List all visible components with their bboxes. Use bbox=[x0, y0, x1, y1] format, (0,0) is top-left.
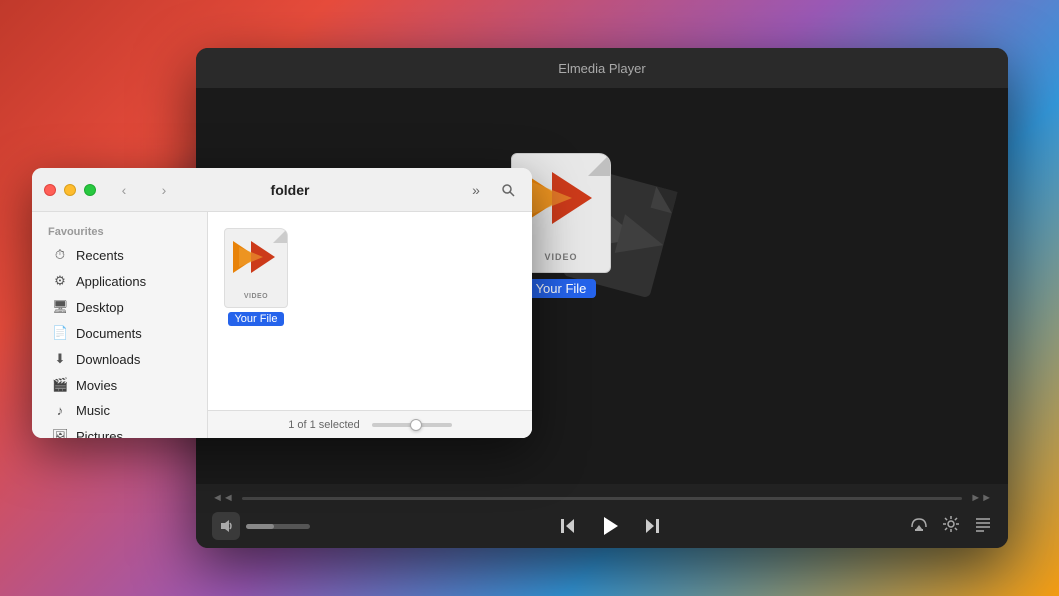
sidebar-item-label-pictures: Pictures bbox=[76, 429, 123, 439]
volume-fill bbox=[246, 524, 274, 529]
zoom-slider[interactable] bbox=[372, 423, 452, 427]
close-button[interactable] bbox=[44, 184, 56, 196]
sidebar-item-recents[interactable]: ⏱ Recents bbox=[36, 242, 203, 268]
sidebar-item-applications[interactable]: ⚙ Applications bbox=[36, 268, 203, 294]
sidebar-item-documents[interactable]: 📄 Documents bbox=[36, 320, 203, 346]
sidebar-item-pictures[interactable]: 🖼 Pictures bbox=[36, 423, 203, 438]
file-logo bbox=[233, 241, 281, 273]
status-text: 1 of 1 selected bbox=[288, 419, 360, 431]
sidebar-item-label-movies: Movies bbox=[76, 378, 117, 393]
seek-bar[interactable] bbox=[242, 497, 962, 500]
next-icon bbox=[642, 516, 662, 536]
gear-icon bbox=[942, 515, 960, 533]
finder-sidebar: Favourites ⏱ Recents ⚙ Applications 🖥 De… bbox=[32, 212, 208, 438]
file-doc-body: VIDEO bbox=[224, 228, 288, 308]
playlist-button[interactable] bbox=[974, 515, 992, 538]
downloads-icon: ⬇ bbox=[52, 351, 68, 367]
volume-section bbox=[212, 512, 310, 540]
player-controls: ◄◄ ►► bbox=[196, 484, 1008, 548]
sidebar-item-label-recents: Recents bbox=[76, 248, 124, 263]
search-icon bbox=[501, 183, 515, 197]
volume-button[interactable] bbox=[212, 512, 240, 540]
sidebar-item-label-desktop: Desktop bbox=[76, 300, 124, 315]
volume-slider[interactable] bbox=[246, 524, 310, 529]
pictures-icon: 🖼 bbox=[52, 428, 68, 438]
more-button[interactable]: » bbox=[464, 178, 488, 202]
right-controls bbox=[910, 515, 992, 538]
sidebar-item-downloads[interactable]: ⬇ Downloads bbox=[36, 346, 203, 372]
player-file-logo bbox=[522, 172, 602, 224]
file-icon-container: VIDEO bbox=[224, 228, 288, 308]
player-file-label: Your File bbox=[526, 279, 597, 298]
recents-icon: ⏱ bbox=[52, 247, 68, 263]
playback-controls bbox=[558, 514, 662, 538]
documents-icon: 📄 bbox=[52, 325, 68, 341]
movies-icon: 🎬 bbox=[52, 377, 68, 393]
airplay-icon bbox=[910, 515, 928, 533]
minimize-button[interactable] bbox=[64, 184, 76, 196]
search-button[interactable] bbox=[496, 178, 520, 202]
prev-button[interactable] bbox=[558, 516, 578, 536]
seek-right-icon: ►► bbox=[970, 492, 992, 504]
play-button[interactable] bbox=[598, 514, 622, 538]
finder-content: VIDEO Your File 1 of 1 selected bbox=[208, 212, 532, 438]
applications-icon: ⚙ bbox=[52, 273, 68, 289]
seek-row: ◄◄ ►► bbox=[212, 492, 992, 504]
airplay-button[interactable] bbox=[910, 515, 928, 538]
finder-window: ‹ › folder » Favourites ⏱ Recents ⚙ Appl… bbox=[32, 168, 532, 438]
finder-statusbar: 1 of 1 selected bbox=[208, 410, 532, 438]
sidebar-item-label-music: Music bbox=[76, 403, 110, 418]
seek-left-icon: ◄◄ bbox=[212, 492, 234, 504]
file-name-badge: Your File bbox=[228, 312, 283, 326]
sidebar-item-label-applications: Applications bbox=[76, 274, 146, 289]
volume-icon bbox=[219, 519, 233, 533]
play-icon bbox=[598, 514, 622, 538]
sidebar-section-label: Favourites bbox=[32, 220, 207, 242]
desktop-icon: 🖥 bbox=[52, 299, 68, 315]
player-title: Elmedia Player bbox=[558, 61, 645, 76]
sidebar-item-desktop[interactable]: 🖥 Desktop bbox=[36, 294, 203, 320]
folder-title: folder bbox=[124, 182, 456, 198]
file-type-label: VIDEO bbox=[225, 293, 287, 300]
controls-row bbox=[212, 512, 992, 540]
sidebar-item-label-downloads: Downloads bbox=[76, 352, 140, 367]
sidebar-item-music[interactable]: ♪ Music bbox=[36, 398, 203, 423]
finder-titlebar: ‹ › folder » bbox=[32, 168, 532, 212]
file-item[interactable]: VIDEO Your File bbox=[224, 228, 288, 326]
next-button[interactable] bbox=[642, 516, 662, 536]
playlist-icon bbox=[974, 515, 992, 533]
sidebar-item-movies[interactable]: 🎬 Movies bbox=[36, 372, 203, 398]
player-titlebar: Elmedia Player bbox=[196, 48, 1008, 88]
zoom-thumb bbox=[410, 419, 422, 431]
maximize-button[interactable] bbox=[84, 184, 96, 196]
sidebar-item-label-documents: Documents bbox=[76, 326, 142, 341]
music-icon: ♪ bbox=[52, 403, 68, 418]
settings-button[interactable] bbox=[942, 515, 960, 538]
prev-icon bbox=[558, 516, 578, 536]
finder-files: VIDEO Your File bbox=[208, 212, 532, 410]
